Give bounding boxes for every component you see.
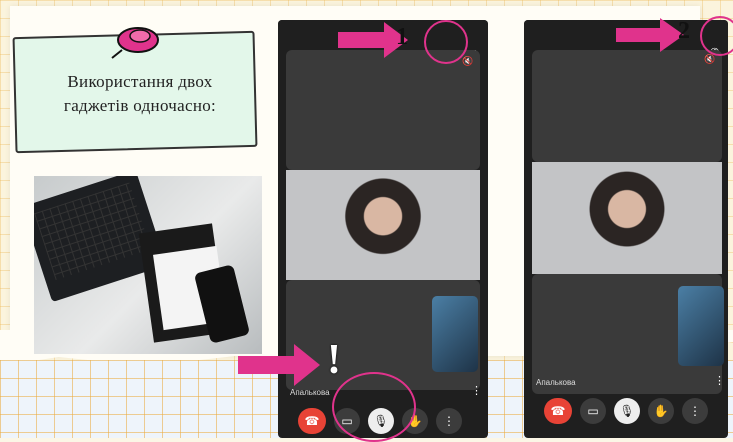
more-icon[interactable]: ⋮: [714, 374, 725, 387]
desk-photo: [34, 176, 262, 354]
participant-video: [286, 170, 480, 280]
more-options-button[interactable]: ⋮: [436, 408, 462, 434]
more-icon[interactable]: ⋮: [471, 384, 482, 397]
note-line-2: гаджетів одночасно:: [63, 96, 217, 115]
phone-right-screen: vve-mzcd-obx ✆ 🔇 Апалькова ⋮ ☎ ▭ 🎙 ✋ ⋮: [524, 20, 728, 438]
mic-off-icon: 🔇: [704, 54, 716, 64]
highlight-circle-audio: [700, 16, 733, 56]
self-view: [432, 296, 478, 372]
marker-2: 2: [678, 18, 690, 44]
participant-name: Апалькова: [536, 378, 576, 387]
note-text: Використання двох гаджетів одночасно:: [20, 70, 260, 118]
call-controls: ☎ ▭ 🎙 ✋ ⋮: [544, 398, 708, 424]
more-options-button[interactable]: ⋮: [682, 398, 708, 424]
arrow-controls-icon: [238, 344, 320, 386]
video-tile-top: [532, 50, 722, 162]
end-call-button[interactable]: ☎: [544, 398, 572, 424]
highlight-circle-controls: [332, 372, 416, 442]
marker-1: 1: [396, 24, 408, 50]
raise-hand-button[interactable]: ✋: [648, 398, 674, 424]
note-line-1: Використання двох: [67, 72, 213, 91]
video-tile-top: [286, 50, 480, 170]
exclamation-mark: !: [327, 337, 341, 383]
self-view: [678, 286, 724, 366]
pushpin-icon: [111, 27, 159, 59]
participant-video: [532, 162, 722, 274]
highlight-circle-camera: [424, 20, 468, 64]
mic-button[interactable]: 🎙: [614, 398, 640, 424]
end-call-button[interactable]: ☎: [298, 408, 326, 434]
participant-name: Апалькова: [290, 388, 330, 397]
camera-button[interactable]: ▭: [580, 398, 606, 424]
arrow-2-icon: [616, 18, 684, 52]
mic-off-icon: 🔇: [462, 56, 474, 66]
